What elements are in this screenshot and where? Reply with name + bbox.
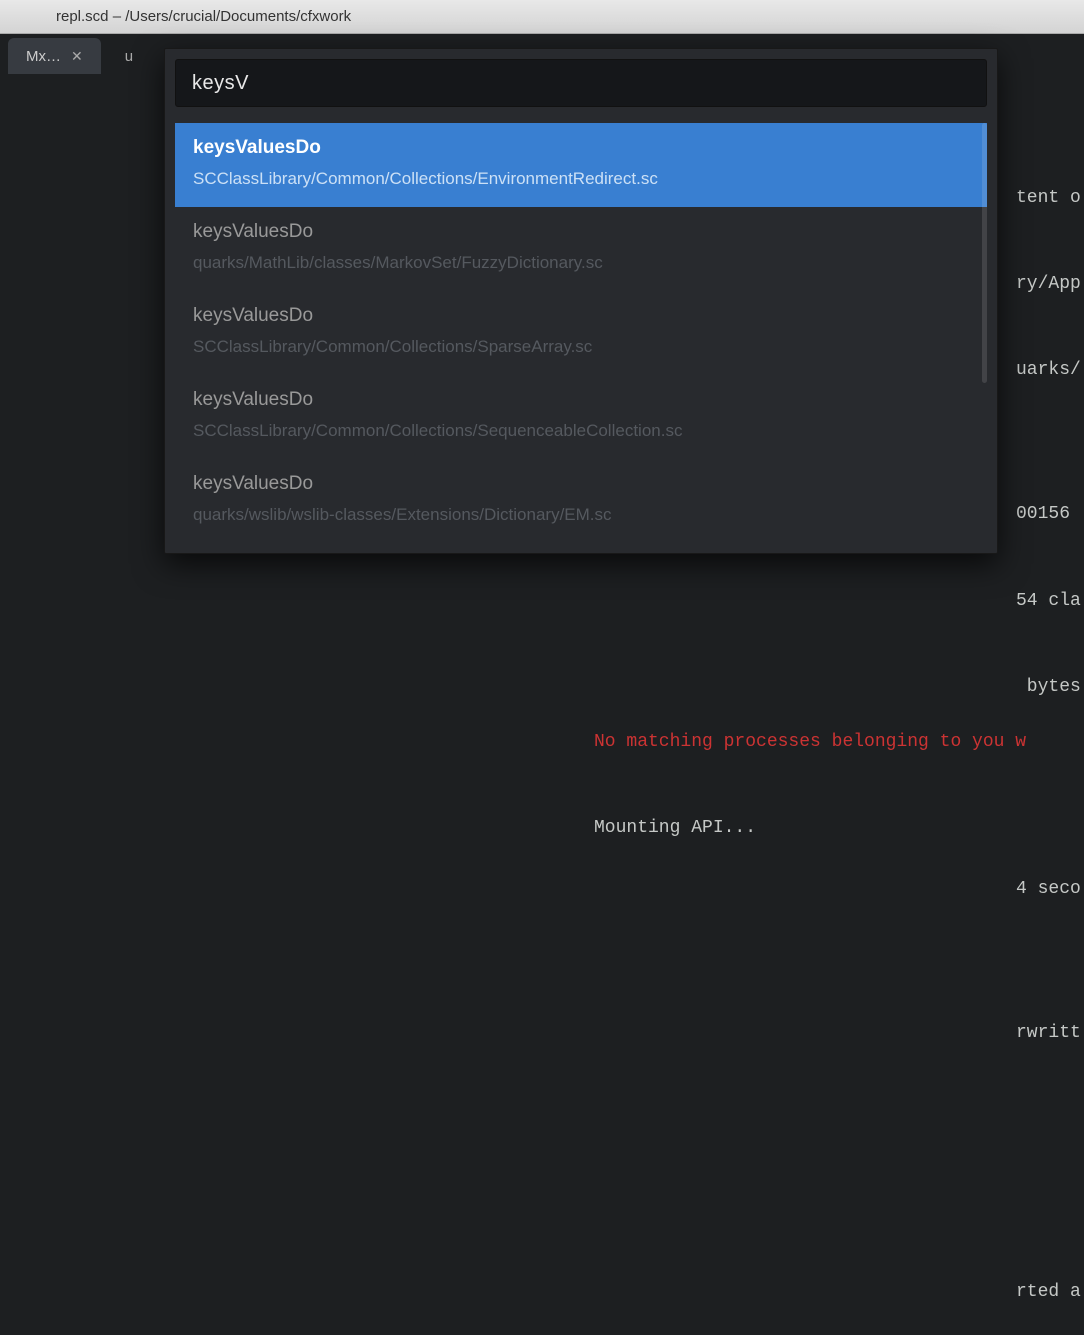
terminal-line: Mounting API... — [594, 814, 1026, 843]
terminal-line: uarks/ — [1016, 356, 1081, 385]
tab-label: u — [125, 48, 133, 65]
tab-0[interactable]: Mx… ✕ — [8, 38, 101, 74]
result-name: keysValuesDo — [193, 305, 969, 327]
terminal-line: ry/App — [1016, 270, 1081, 299]
results-scrollbar[interactable] — [982, 123, 987, 543]
palette-result[interactable]: keysValuesDo SCClassLibrary/Common/Colle… — [175, 123, 987, 207]
result-name: keysValuesDo — [193, 389, 969, 411]
scrollbar-thumb[interactable] — [982, 123, 987, 383]
terminal-line: tent o — [1016, 184, 1081, 213]
close-icon[interactable]: ✕ — [71, 48, 83, 65]
terminal-output-bottom: No matching processes belonging to you w… — [594, 670, 1026, 872]
result-name: keysValuesDo — [193, 137, 969, 159]
palette-results: keysValuesDo SCClassLibrary/Common/Colle… — [175, 123, 987, 543]
terminal-line: No matching processes belonging to you w — [594, 728, 1026, 757]
window-title: repl.scd – /Users/crucial/Documents/cfxw… — [56, 8, 351, 25]
terminal-line: 00156 — [1016, 500, 1081, 529]
palette-search-input[interactable] — [175, 59, 987, 107]
result-path: SCClassLibrary/Common/Collections/Sparse… — [193, 337, 969, 357]
tab-1[interactable]: u — [107, 38, 151, 74]
result-name: keysValuesDo — [193, 221, 969, 243]
terminal-line: rwritt — [1016, 1019, 1081, 1048]
result-name: keysValuesDo — [193, 473, 969, 495]
terminal-line: 4 seco — [1016, 875, 1081, 904]
terminal-line: 54 cla — [1016, 587, 1081, 616]
tab-label: Mx… — [26, 48, 61, 65]
command-palette: keysValuesDo SCClassLibrary/Common/Colle… — [164, 48, 998, 554]
palette-result[interactable]: keysValuesDo SCClassLibrary/Common/Colle… — [175, 291, 987, 375]
result-path: quarks/MathLib/classes/MarkovSet/FuzzyDi… — [193, 253, 969, 273]
result-path: quarks/wslib/wslib-classes/Extensions/Di… — [193, 505, 969, 525]
result-path: SCClassLibrary/Common/Collections/Enviro… — [193, 169, 969, 189]
result-path: SCClassLibrary/Common/Collections/Sequen… — [193, 421, 969, 441]
palette-result[interactable]: keysValuesDo quarks/MathLib/classes/Mark… — [175, 207, 987, 291]
terminal-line: rted a — [1016, 1278, 1081, 1307]
palette-result[interactable]: keysValuesDo SCClassLibrary/Common/Colle… — [175, 375, 987, 459]
palette-result[interactable]: keysValuesDo quarks/wslib/wslib-classes/… — [175, 459, 987, 543]
window-titlebar: repl.scd – /Users/crucial/Documents/cfxw… — [0, 0, 1084, 34]
